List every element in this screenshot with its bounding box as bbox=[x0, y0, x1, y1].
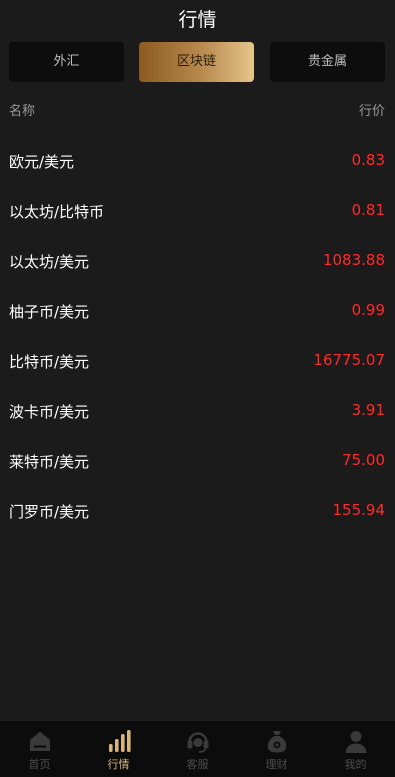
quote-price: 0.81 bbox=[351, 201, 385, 219]
quote-pair-name: 以太坊/美元 bbox=[9, 253, 90, 271]
nav-home-label: 首页 bbox=[28, 758, 51, 771]
quote-row[interactable]: 波卡币/美元 3.91 bbox=[9, 387, 385, 437]
quote-price: 1083.88 bbox=[322, 251, 385, 269]
nav-finance-label: 理财 bbox=[265, 758, 288, 771]
nav-home[interactable]: 首页 bbox=[0, 721, 79, 777]
tab-blockchain[interactable]: 区块链 bbox=[139, 42, 254, 82]
top-header: 行情 bbox=[0, 0, 395, 40]
tab-forex[interactable]: 外汇 bbox=[9, 42, 124, 82]
nav-profile-label: 我的 bbox=[344, 758, 367, 771]
quote-pair-name: 莱特币/美元 bbox=[9, 453, 90, 471]
headset-icon bbox=[187, 732, 208, 753]
price-column-header: 行价 bbox=[358, 104, 385, 119]
nav-service[interactable]: 客服 bbox=[158, 721, 237, 777]
quote-price: 155.94 bbox=[332, 501, 386, 519]
bottom-navigation: 首页 行情 客服 理财 我的 bbox=[0, 721, 395, 777]
quote-pair-name: 以太坊/比特币 bbox=[9, 203, 105, 221]
quote-row[interactable]: 门罗币/美元 155.94 bbox=[9, 487, 385, 537]
nav-market-label: 行情 bbox=[107, 758, 130, 771]
quote-pair-name: 波卡币/美元 bbox=[9, 403, 90, 421]
market-tabs: 外汇 区块链 贵金属 bbox=[9, 42, 385, 82]
quote-pair-name: 比特币/美元 bbox=[9, 353, 90, 371]
nav-service-label: 客服 bbox=[186, 758, 209, 771]
column-headers: 名称 行价 bbox=[9, 98, 385, 120]
quote-pair-name: 柚子币/美元 bbox=[9, 303, 90, 321]
money-bag-icon bbox=[267, 731, 286, 753]
quote-list: 欧元/美元 0.83 以太坊/比特币 0.81 以太坊/美元 1083.88 柚… bbox=[9, 137, 385, 537]
quote-row[interactable]: 欧元/美元 0.83 bbox=[9, 137, 385, 187]
nav-market[interactable]: 行情 bbox=[79, 721, 158, 777]
quote-price: 0.83 bbox=[351, 151, 385, 169]
quote-price: 0.99 bbox=[351, 301, 385, 319]
quote-row[interactable]: 莱特币/美元 75.00 bbox=[9, 437, 385, 487]
home-icon bbox=[29, 731, 50, 751]
quote-price: 16775.07 bbox=[313, 351, 385, 369]
quote-pair-name: 欧元/美元 bbox=[9, 153, 75, 171]
user-icon bbox=[345, 731, 366, 753]
page-title: 行情 bbox=[178, 9, 217, 31]
quote-price: 3.91 bbox=[351, 401, 385, 419]
bar-chart-icon bbox=[108, 730, 131, 752]
quote-row[interactable]: 比特币/美元 16775.07 bbox=[9, 337, 385, 387]
quote-row[interactable]: 以太坊/比特币 0.81 bbox=[9, 187, 385, 237]
quote-row[interactable]: 以太坊/美元 1083.88 bbox=[9, 237, 385, 287]
tab-precious-metals[interactable]: 贵金属 bbox=[270, 42, 385, 82]
quote-row[interactable]: 柚子币/美元 0.99 bbox=[9, 287, 385, 337]
nav-profile[interactable]: 我的 bbox=[316, 721, 395, 777]
nav-finance[interactable]: 理财 bbox=[237, 721, 316, 777]
quote-pair-name: 门罗币/美元 bbox=[9, 503, 90, 521]
name-column-header: 名称 bbox=[9, 104, 36, 119]
quote-price: 75.00 bbox=[342, 451, 385, 469]
